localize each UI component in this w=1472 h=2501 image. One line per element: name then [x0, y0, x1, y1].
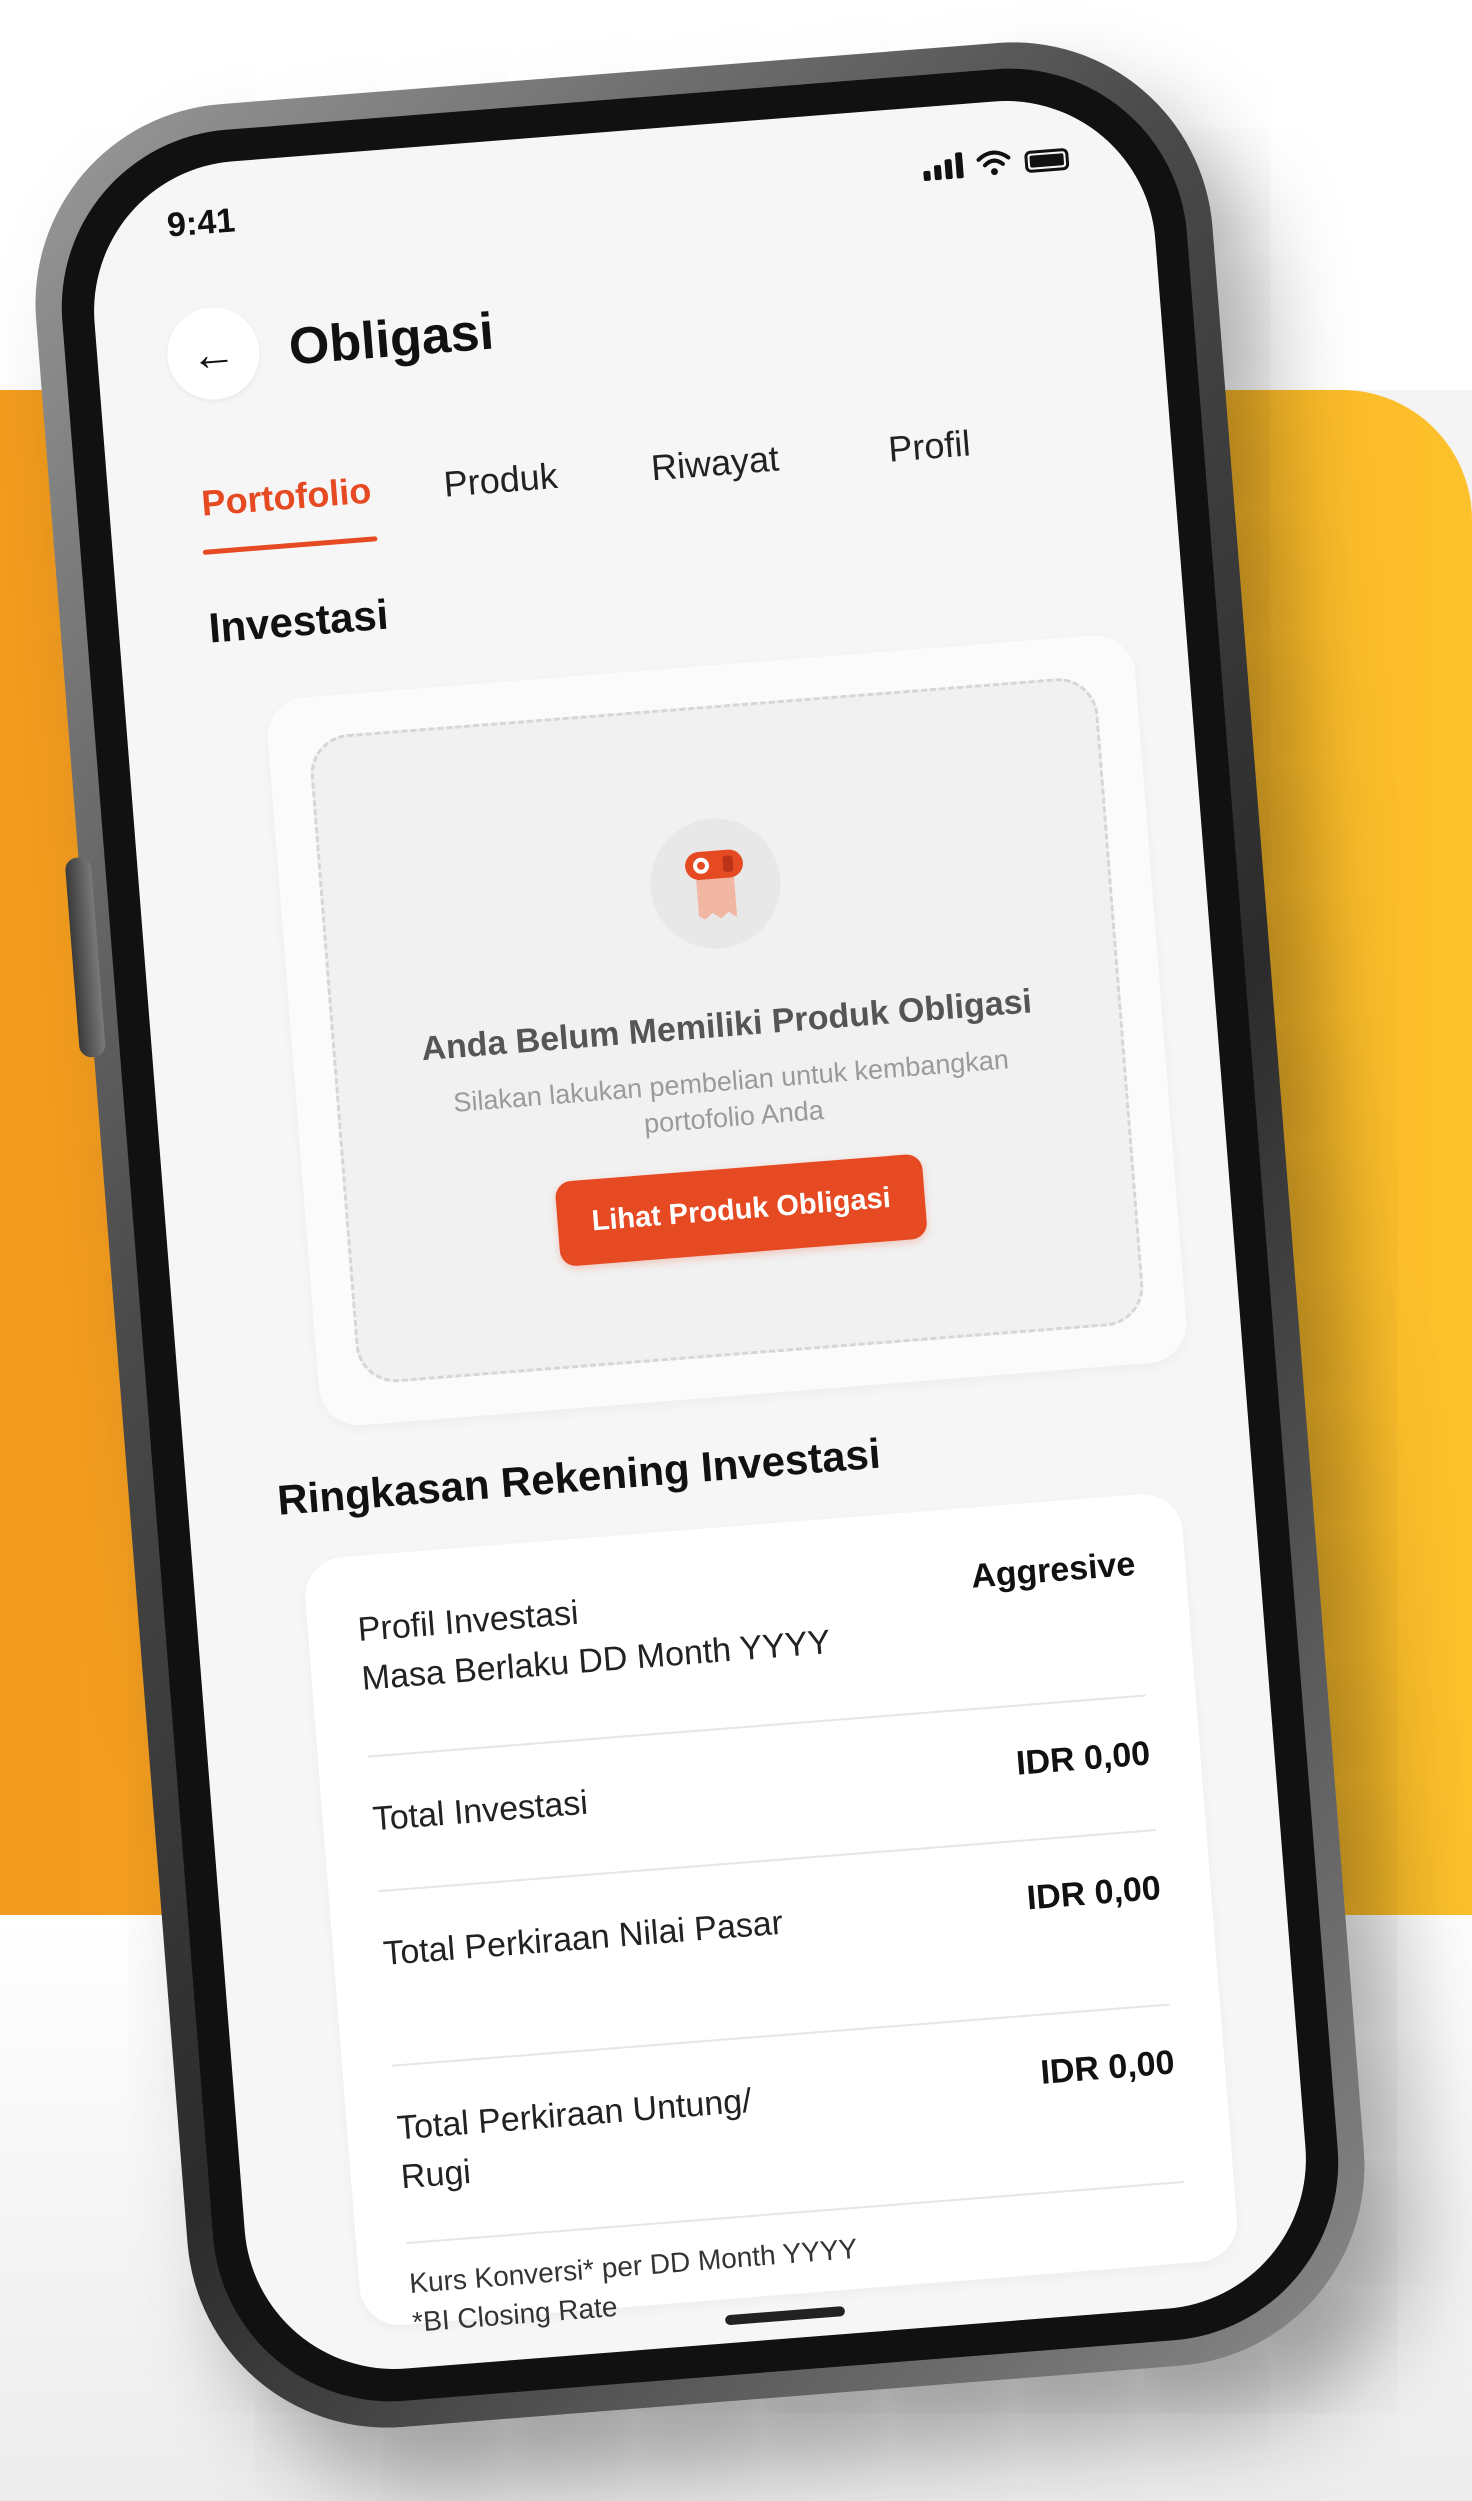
phone-mockup: 9:41 ← Obligasi Portofolio Produk Riwaya… — [20, 27, 1380, 2443]
battery-icon — [1023, 147, 1070, 174]
summary-row-value: IDR 0,00 — [1014, 1734, 1152, 1783]
summary-card: Profil Investasi Masa Berlaku DD Month Y… — [302, 1491, 1240, 2328]
summary-section-title: Ringkasan Rekening Investasi — [275, 1429, 883, 1524]
empty-icon-circle — [645, 813, 786, 954]
empty-state-area: Anda Belum Memiliki Produk Obligasi Sila… — [307, 675, 1147, 1386]
tab-riwayat[interactable]: Riwayat — [605, 416, 826, 523]
wifi-icon — [976, 150, 1011, 176]
summary-row-profil: Profil Investasi Masa Berlaku DD Month Y… — [356, 1545, 1141, 1704]
app-screen: 9:41 ← Obligasi Portofolio Produk Riwaya… — [82, 89, 1318, 2381]
arrow-left-icon: ← — [188, 325, 239, 382]
summary-row-untung-rugi: Total Perkiraan Untung/ Rugi IDR 0,00 — [395, 2043, 1180, 2202]
summary-row-label: Total Investasi — [371, 1783, 590, 1839]
tab-bar: Portofolio Produk Riwayat Profil — [176, 399, 1040, 556]
signal-icon — [922, 152, 964, 182]
summary-row-nilai-pasar: Total Perkiraan Nilai Pasar IDR 0,00 — [382, 1869, 1163, 1979]
status-icons — [922, 144, 1070, 182]
status-time: 9:41 — [165, 201, 237, 245]
summary-row-label-group: Profil Investasi Masa Berlaku DD Month Y… — [356, 1569, 832, 1704]
tab-portofolio[interactable]: Portofolio — [176, 450, 397, 557]
summary-row-value: IDR 0,00 — [1039, 2043, 1176, 2092]
summary-row-total-investasi: Total Investasi IDR 0,00 — [371, 1734, 1152, 1844]
view-bond-products-button[interactable]: Lihat Produk Obligasi — [554, 1153, 928, 1267]
page-header: ← Obligasi — [163, 282, 498, 407]
summary-row-value: IDR 0,00 — [1025, 1868, 1163, 1918]
page-title: Obligasi — [286, 302, 496, 377]
summary-row-value: Aggresive — [969, 1544, 1137, 1596]
investasi-section-title: Investasi — [207, 590, 390, 652]
summary-row-label: Total Perkiraan Nilai Pasar — [381, 1903, 785, 1973]
tab-produk[interactable]: Produk — [390, 433, 611, 540]
summary-row-label: Total Perkiraan Untung/ Rugi — [395, 2081, 753, 2197]
bond-certificate-icon — [685, 849, 743, 920]
tab-profil[interactable]: Profil — [819, 399, 1040, 506]
empty-portfolio-card: Anda Belum Memiliki Produk Obligasi Sila… — [264, 632, 1190, 1429]
back-button[interactable]: ← — [163, 303, 263, 403]
